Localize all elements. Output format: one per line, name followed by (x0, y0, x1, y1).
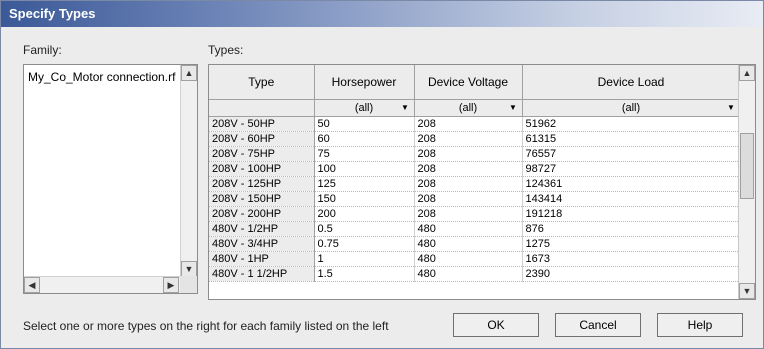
horsepower-cell[interactable]: 150 (314, 191, 415, 207)
header-row: Type Horsepower Device Voltage Device Lo… (209, 65, 741, 100)
scroll-up-icon[interactable]: ▲ (181, 65, 197, 81)
scrollbar-corner (180, 276, 197, 293)
type-cell[interactable]: 480V - 3/4HP (209, 236, 315, 252)
device-voltage-cell[interactable]: 208 (414, 206, 523, 222)
horsepower-cell[interactable]: 0.5 (314, 221, 415, 237)
type-cell[interactable]: 208V - 75HP (209, 146, 315, 162)
device-load-cell[interactable]: 76557 (522, 146, 741, 162)
table-row[interactable]: 208V - 60HP 60 208 61315 (209, 131, 741, 147)
scroll-up-icon[interactable]: ▲ (739, 65, 755, 81)
device-load-cell[interactable]: 1673 (522, 251, 741, 267)
horsepower-cell[interactable]: 200 (314, 206, 415, 222)
device-load-cell[interactable]: 51962 (522, 116, 741, 132)
device-voltage-cell[interactable]: 208 (414, 176, 523, 192)
dropdown-arrow-icon[interactable]: ▼ (399, 102, 412, 114)
device-load-cell[interactable]: 876 (522, 221, 741, 237)
type-cell[interactable]: 208V - 150HP (209, 191, 315, 207)
horsepower-cell[interactable]: 0.75 (314, 236, 415, 252)
type-cell[interactable]: 208V - 100HP (209, 161, 315, 177)
table-row[interactable]: 480V - 1 1/2HP 1.5 480 2390 (209, 266, 741, 282)
scrollbar-thumb[interactable] (740, 133, 754, 199)
device-voltage-cell[interactable]: 208 (414, 116, 523, 132)
device-load-cell[interactable]: 1275 (522, 236, 741, 252)
family-label: Family: (23, 43, 62, 57)
table-row[interactable]: 480V - 1/2HP 0.5 480 876 (209, 221, 741, 237)
column-header-horsepower[interactable]: Horsepower (314, 65, 415, 100)
scroll-down-icon[interactable]: ▼ (739, 283, 755, 299)
filter-cell-empty (209, 99, 315, 117)
family-horizontal-scrollbar[interactable]: ◀ ▶ (24, 276, 197, 293)
type-cell[interactable]: 208V - 60HP (209, 131, 315, 147)
horsepower-filter-dropdown[interactable]: (all) ▼ (314, 99, 415, 117)
horsepower-cell[interactable]: 60 (314, 131, 415, 147)
device-voltage-cell[interactable]: 208 (414, 161, 523, 177)
types-vertical-scrollbar[interactable]: ▲ ▼ (738, 65, 755, 299)
column-header-type[interactable]: Type (209, 65, 315, 100)
type-cell[interactable]: 208V - 50HP (209, 116, 315, 132)
horsepower-cell[interactable]: 125 (314, 176, 415, 192)
family-listbox[interactable]: My_Co_Motor connection.rfa ▲ ▼ ◀ ▶ (23, 64, 198, 294)
types-table: Type Horsepower Device Voltage Device Lo… (209, 65, 741, 282)
instruction-text: Select one or more types on the right fo… (23, 319, 389, 333)
device-voltage-cell[interactable]: 480 (414, 266, 523, 282)
device-load-filter-dropdown[interactable]: (all) ▼ (522, 99, 741, 117)
device-load-cell[interactable]: 2390 (522, 266, 741, 282)
scroll-left-icon[interactable]: ◀ (24, 277, 40, 293)
device-load-cell[interactable]: 191218 (522, 206, 741, 222)
device-voltage-cell[interactable]: 480 (414, 236, 523, 252)
horsepower-filter-value: (all) (354, 101, 374, 114)
family-vertical-scrollbar[interactable]: ▲ ▼ (180, 65, 197, 277)
horsepower-cell[interactable]: 75 (314, 146, 415, 162)
column-header-device-load[interactable]: Device Load (522, 65, 741, 100)
table-row[interactable]: 208V - 100HP 100 208 98727 (209, 161, 741, 177)
device-load-filter-value: (all) (621, 101, 641, 114)
scroll-right-icon[interactable]: ▶ (163, 277, 179, 293)
device-voltage-cell[interactable]: 480 (414, 221, 523, 237)
cancel-button[interactable]: Cancel (555, 313, 641, 337)
device-voltage-cell[interactable]: 208 (414, 191, 523, 207)
type-cell[interactable]: 480V - 1HP (209, 251, 315, 267)
specify-types-dialog: Specify Types Family: Types: My_Co_Motor… (0, 0, 764, 349)
device-voltage-filter-value: (all) (458, 101, 478, 114)
horsepower-cell[interactable]: 100 (314, 161, 415, 177)
type-cell[interactable]: 208V - 200HP (209, 206, 315, 222)
device-load-cell[interactable]: 61315 (522, 131, 741, 147)
table-row[interactable]: 208V - 200HP 200 208 191218 (209, 206, 741, 222)
horsepower-cell[interactable]: 1.5 (314, 266, 415, 282)
type-cell[interactable]: 208V - 125HP (209, 176, 315, 192)
device-voltage-cell[interactable]: 208 (414, 131, 523, 147)
table-row[interactable]: 208V - 50HP 50 208 51962 (209, 116, 741, 132)
dropdown-arrow-icon[interactable]: ▼ (507, 102, 520, 114)
scroll-down-icon[interactable]: ▼ (181, 261, 197, 277)
type-cell[interactable]: 480V - 1/2HP (209, 221, 315, 237)
ok-button[interactable]: OK (453, 313, 539, 337)
device-load-cell[interactable]: 143414 (522, 191, 741, 207)
type-cell[interactable]: 480V - 1 1/2HP (209, 266, 315, 282)
family-list-item[interactable]: My_Co_Motor connection.rfa (28, 70, 176, 84)
device-voltage-filter-dropdown[interactable]: (all) ▼ (414, 99, 523, 117)
types-grid[interactable]: Type Horsepower Device Voltage Device Lo… (208, 64, 756, 300)
help-button[interactable]: Help (657, 313, 743, 337)
table-row[interactable]: 208V - 75HP 75 208 76557 (209, 146, 741, 162)
device-voltage-cell[interactable]: 208 (414, 146, 523, 162)
types-label: Types: (208, 43, 244, 57)
table-row[interactable]: 208V - 125HP 125 208 124361 (209, 176, 741, 192)
dialog-title: Specify Types (1, 1, 763, 27)
dropdown-arrow-icon[interactable]: ▼ (725, 102, 738, 114)
horsepower-cell[interactable]: 1 (314, 251, 415, 267)
horsepower-cell[interactable]: 50 (314, 116, 415, 132)
table-row[interactable]: 480V - 1HP 1 480 1673 (209, 251, 741, 267)
table-row[interactable]: 208V - 150HP 150 208 143414 (209, 191, 741, 207)
device-load-cell[interactable]: 98727 (522, 161, 741, 177)
column-header-device-voltage[interactable]: Device Voltage (414, 65, 523, 100)
table-row[interactable]: 480V - 3/4HP 0.75 480 1275 (209, 236, 741, 252)
device-load-cell[interactable]: 124361 (522, 176, 741, 192)
device-voltage-cell[interactable]: 480 (414, 251, 523, 267)
filter-row: (all) ▼ (all) ▼ (all) ▼ (209, 99, 741, 117)
